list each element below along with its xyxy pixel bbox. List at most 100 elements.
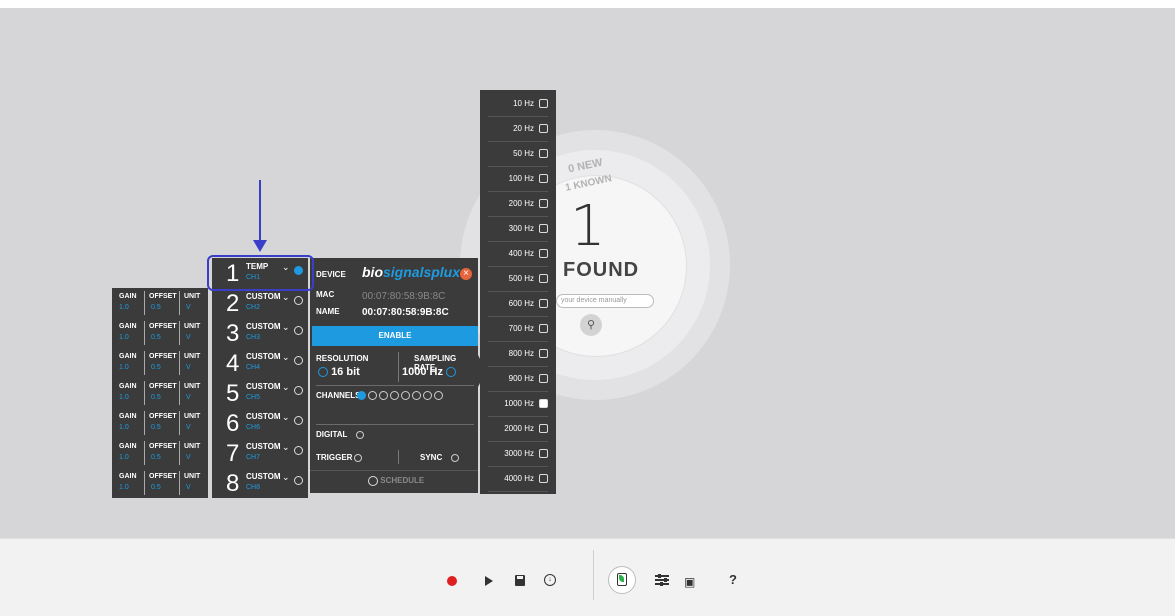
frequency-option[interactable]: 4000 Hz [488,467,548,492]
unit-value[interactable]: V [186,394,191,401]
channel-config[interactable]: GAIN 1.0 OFFSET 0.5 UNIT V [112,438,208,468]
device-button[interactable] [608,566,636,594]
offset-value[interactable]: 0.5 [151,394,161,401]
chevron-down-icon[interactable]: ⌄ [282,412,290,423]
play-icon[interactable] [485,576,493,586]
channel-4-selector[interactable]: 4 CUSTOM CH4 ⌄ [212,348,308,378]
gain-value[interactable]: 1.0 [119,424,129,431]
offset-value[interactable]: 0.5 [151,454,161,461]
record-icon[interactable] [447,576,457,586]
channel-toggle-4[interactable] [390,391,399,400]
digital-radio[interactable] [356,431,364,439]
frequency-option[interactable]: 100 Hz [488,167,548,192]
frequency-option[interactable]: 400 Hz [488,242,548,267]
close-icon[interactable]: × [460,268,472,280]
channel-3-selector[interactable]: 3 CUSTOM CH3 ⌄ [212,318,308,348]
checkbox[interactable] [539,474,548,483]
unit-value[interactable]: V [186,364,191,371]
channel-radio[interactable] [294,356,303,365]
sliders-icon[interactable] [655,574,669,586]
checkbox[interactable] [539,449,548,458]
channel-radio[interactable] [294,416,303,425]
channel-config[interactable]: GAIN 1.0 OFFSET 0.5 UNIT V [112,288,208,318]
search-icon[interactable]: ⚲ [580,314,602,336]
checkbox[interactable] [539,399,548,408]
unit-value[interactable]: V [186,334,191,341]
unit-value[interactable]: V [186,424,191,431]
channel-radio[interactable] [294,476,303,485]
cart-icon[interactable]: ▣ [684,575,695,589]
frequency-option[interactable]: 1000 Hz [488,392,548,417]
channel-5-selector[interactable]: 5 CUSTOM CH5 ⌄ [212,378,308,408]
trigger-radio[interactable] [354,454,362,462]
channel-8-selector[interactable]: 8 CUSTOM CH8 ⌄ [212,468,308,498]
channel-radio[interactable] [294,296,303,305]
frequency-option[interactable]: 300 Hz [488,217,548,242]
gain-value[interactable]: 1.0 [119,484,129,491]
checkbox[interactable] [539,99,548,108]
gain-value[interactable]: 1.0 [119,454,129,461]
checkbox[interactable] [539,299,548,308]
frequency-option[interactable]: 200 Hz [488,192,548,217]
frequency-option[interactable]: 10 Hz [488,92,548,117]
download-icon[interactable]: ↓ [544,574,556,586]
channel-toggle-5[interactable] [401,391,410,400]
gain-value[interactable]: 1.0 [119,304,129,311]
sync-radio[interactable] [451,454,459,462]
name-value[interactable]: 00:07:80:58:9B:8C [362,307,449,318]
sampling-rate-value[interactable]: 1000 Hz [402,366,457,378]
channel-config[interactable]: GAIN 1.0 OFFSET 0.5 UNIT V [112,378,208,408]
checkbox[interactable] [539,149,548,158]
chevron-down-icon[interactable]: ⌄ [282,352,290,363]
enable-button[interactable]: ENABLE [312,326,478,346]
checkbox[interactable] [539,174,548,183]
checkbox[interactable] [539,424,548,433]
channel-radio[interactable] [294,326,303,335]
frequency-option[interactable]: 900 Hz [488,367,548,392]
unit-value[interactable]: V [186,454,191,461]
channel-7-selector[interactable]: 7 CUSTOM CH7 ⌄ [212,438,308,468]
channel-toggle-6[interactable] [412,391,421,400]
checkbox[interactable] [539,224,548,233]
channel-toggle-2[interactable] [368,391,377,400]
offset-value[interactable]: 0.5 [151,484,161,491]
chevron-down-icon[interactable]: ⌄ [282,382,290,393]
channel-config[interactable]: GAIN 1.0 OFFSET 0.5 UNIT V [112,468,208,498]
help-button[interactable]: ? [729,572,737,587]
frequency-option[interactable]: 500 Hz [488,267,548,292]
frequency-option[interactable]: 800 Hz [488,342,548,367]
checkbox[interactable] [539,274,548,283]
frequency-option[interactable]: 20 Hz [488,117,548,142]
channel-config[interactable]: GAIN 1.0 OFFSET 0.5 UNIT V [112,318,208,348]
chevron-down-icon[interactable]: ⌄ [282,292,290,303]
chevron-down-icon[interactable]: ⌄ [282,442,290,453]
frequency-option[interactable]: 50 Hz [488,142,548,167]
checkbox[interactable] [539,124,548,133]
channel-config[interactable]: GAIN 1.0 OFFSET 0.5 UNIT V [112,348,208,378]
offset-value[interactable]: 0.5 [151,424,161,431]
manual-device-input[interactable]: your device manually [556,294,654,308]
unit-value[interactable]: V [186,484,191,491]
frequency-option[interactable]: 700 Hz [488,317,548,342]
frequency-option[interactable]: 3000 Hz [488,442,548,467]
channel-6-selector[interactable]: 6 CUSTOM CH6 ⌄ [212,408,308,438]
resolution-value[interactable]: 16 bit [318,366,360,378]
chevron-down-icon[interactable]: ⌄ [282,322,290,333]
gain-value[interactable]: 1.0 [119,334,129,341]
channel-toggle-1[interactable] [357,391,366,400]
channel-toggle-7[interactable] [423,391,432,400]
channel-radio[interactable] [294,386,303,395]
checkbox[interactable] [539,199,548,208]
checkbox[interactable] [539,374,548,383]
checkbox[interactable] [539,249,548,258]
gain-value[interactable]: 1.0 [119,394,129,401]
channel-radio[interactable] [294,446,303,455]
offset-value[interactable]: 0.5 [151,364,161,371]
channel-toggle-3[interactable] [379,391,388,400]
chevron-down-icon[interactable]: ⌄ [282,472,290,483]
offset-value[interactable]: 0.5 [151,304,161,311]
unit-value[interactable]: V [186,304,191,311]
offset-value[interactable]: 0.5 [151,334,161,341]
checkbox[interactable] [539,349,548,358]
frequency-option[interactable]: 600 Hz [488,292,548,317]
